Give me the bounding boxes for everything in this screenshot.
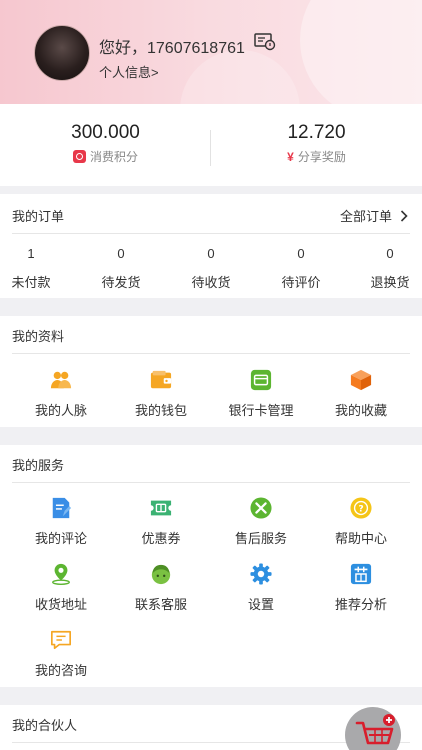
grid-item-label: 优惠券 xyxy=(141,531,181,546)
order-count: 0 xyxy=(386,246,394,261)
grid-item-label: 联系客服 xyxy=(134,597,187,612)
consumption-points[interactable]: 300.000 消费积分 xyxy=(0,122,211,165)
grid-item-settings[interactable]: 设置 xyxy=(211,563,311,613)
grid-item-label: 帮助中心 xyxy=(334,531,387,546)
profile-title: 我的资料 xyxy=(12,329,65,344)
profile-header: 您好，17607618761 个人信息> xyxy=(0,0,422,104)
grid-item-my-reviews[interactable]: 我的评论 xyxy=(11,497,111,547)
floating-cart-button[interactable] xyxy=(345,707,401,750)
cube-icon xyxy=(350,369,372,391)
bank-card-icon xyxy=(250,369,272,391)
order-count: 0 xyxy=(207,246,215,261)
share-reward[interactable]: 12.720 ¥ 分享奖励 xyxy=(211,122,422,166)
all-orders-link[interactable]: 全部订单 xyxy=(340,206,408,225)
all-orders-label: 全部订单 xyxy=(339,209,392,224)
avatar[interactable] xyxy=(34,25,90,81)
grid-item-label: 银行卡管理 xyxy=(228,403,294,418)
grid-item-label: 我的咨询 xyxy=(34,663,87,678)
orders-section: 我的订单 全部订单 1 未付款 0 待发货 0 待收货 0 待评价 0 退换货 xyxy=(0,194,422,298)
stats-panel: 300.000 消费积分 12.720 ¥ 分享奖励 xyxy=(0,104,422,186)
consult-icon xyxy=(51,630,71,650)
grid-item-customer-service[interactable]: 联系客服 xyxy=(111,563,211,613)
divider xyxy=(12,233,410,234)
order-count: 0 xyxy=(117,246,125,261)
divider xyxy=(12,353,410,354)
profile-section: 我的资料 我的人脉 我的钱包 银行卡管理 我的收藏 xyxy=(0,316,422,427)
order-status-unpaid[interactable]: 1 未付款 xyxy=(1,246,61,291)
grid-item-label: 推荐分析 xyxy=(334,597,387,612)
partner-title: 我的合伙人 xyxy=(12,718,78,733)
order-label: 待收货 xyxy=(191,275,231,290)
order-count: 1 xyxy=(27,246,35,261)
location-icon xyxy=(52,563,70,585)
order-status-to-review[interactable]: 0 待评价 xyxy=(271,246,331,291)
services-section: 我的服务 我的评论 优惠券 售后服务 ? 帮助中心 收货地址 联系客服 设置 推… xyxy=(0,445,422,687)
cart-icon xyxy=(355,714,395,745)
recommend-icon xyxy=(350,563,372,585)
tools-icon xyxy=(250,497,272,519)
support-icon xyxy=(151,564,171,585)
order-count: 0 xyxy=(297,246,305,261)
header-decoration xyxy=(180,50,300,104)
reward-value: 12.720 xyxy=(287,122,346,143)
points-icon xyxy=(72,150,86,163)
order-status-returns[interactable]: 0 退换货 xyxy=(360,246,420,291)
order-label: 待发货 xyxy=(101,275,141,290)
divider xyxy=(12,482,410,483)
grid-item-label: 设置 xyxy=(247,597,274,612)
grid-item-label: 我的人脉 xyxy=(34,403,87,418)
order-label: 未付款 xyxy=(11,275,51,290)
svg-text:?: ? xyxy=(358,504,363,515)
grid-item-recommend-analysis[interactable]: 推荐分析 xyxy=(311,563,411,613)
grid-item-connections[interactable]: 我的人脉 xyxy=(11,369,111,419)
grid-item-consultation[interactable]: 我的咨询 xyxy=(11,629,111,679)
order-status-to-receive[interactable]: 0 待收货 xyxy=(181,246,241,291)
greeting-text: 您好，17607618761 xyxy=(99,40,245,57)
grid-item-bank-cards[interactable]: 银行卡管理 xyxy=(211,369,311,419)
grid-item-label: 售后服务 xyxy=(234,531,287,546)
order-label: 待评价 xyxy=(281,275,321,290)
help-icon: ? xyxy=(350,497,372,519)
grid-item-after-sales[interactable]: 售后服务 xyxy=(211,497,311,547)
grid-item-favorites[interactable]: 我的收藏 xyxy=(311,369,411,419)
yen-icon: ¥ xyxy=(287,149,294,164)
grid-item-label: 我的收藏 xyxy=(334,403,387,418)
reward-label: 分享奖励 xyxy=(297,150,346,164)
grid-item-coupons[interactable]: 优惠券 xyxy=(111,497,211,547)
grid-item-label: 我的钱包 xyxy=(134,403,187,418)
comment-icon xyxy=(52,497,72,519)
grid-item-label: 我的评论 xyxy=(34,531,87,546)
grid-item-label: 收货地址 xyxy=(34,597,87,612)
profile-info-link[interactable]: 个人信息> xyxy=(99,62,159,81)
points-label: 消费积分 xyxy=(89,150,138,164)
grid-item-help-center[interactable]: ? 帮助中心 xyxy=(311,497,411,547)
chevron-right-icon xyxy=(400,209,408,222)
orders-title: 我的订单 xyxy=(12,209,65,224)
header-decoration xyxy=(300,0,422,104)
grid-item-wallet[interactable]: 我的钱包 xyxy=(111,369,211,419)
order-status-to-ship[interactable]: 0 待发货 xyxy=(91,246,151,291)
points-value: 300.000 xyxy=(71,122,140,143)
gear-icon xyxy=(250,563,272,585)
grid-item-address[interactable]: 收货地址 xyxy=(11,563,111,613)
order-label: 退换货 xyxy=(370,275,410,290)
people-icon xyxy=(50,371,72,389)
services-title: 我的服务 xyxy=(12,458,65,473)
edit-profile-icon[interactable] xyxy=(254,33,276,51)
coupon-icon xyxy=(150,500,172,516)
wallet-icon xyxy=(150,370,172,389)
